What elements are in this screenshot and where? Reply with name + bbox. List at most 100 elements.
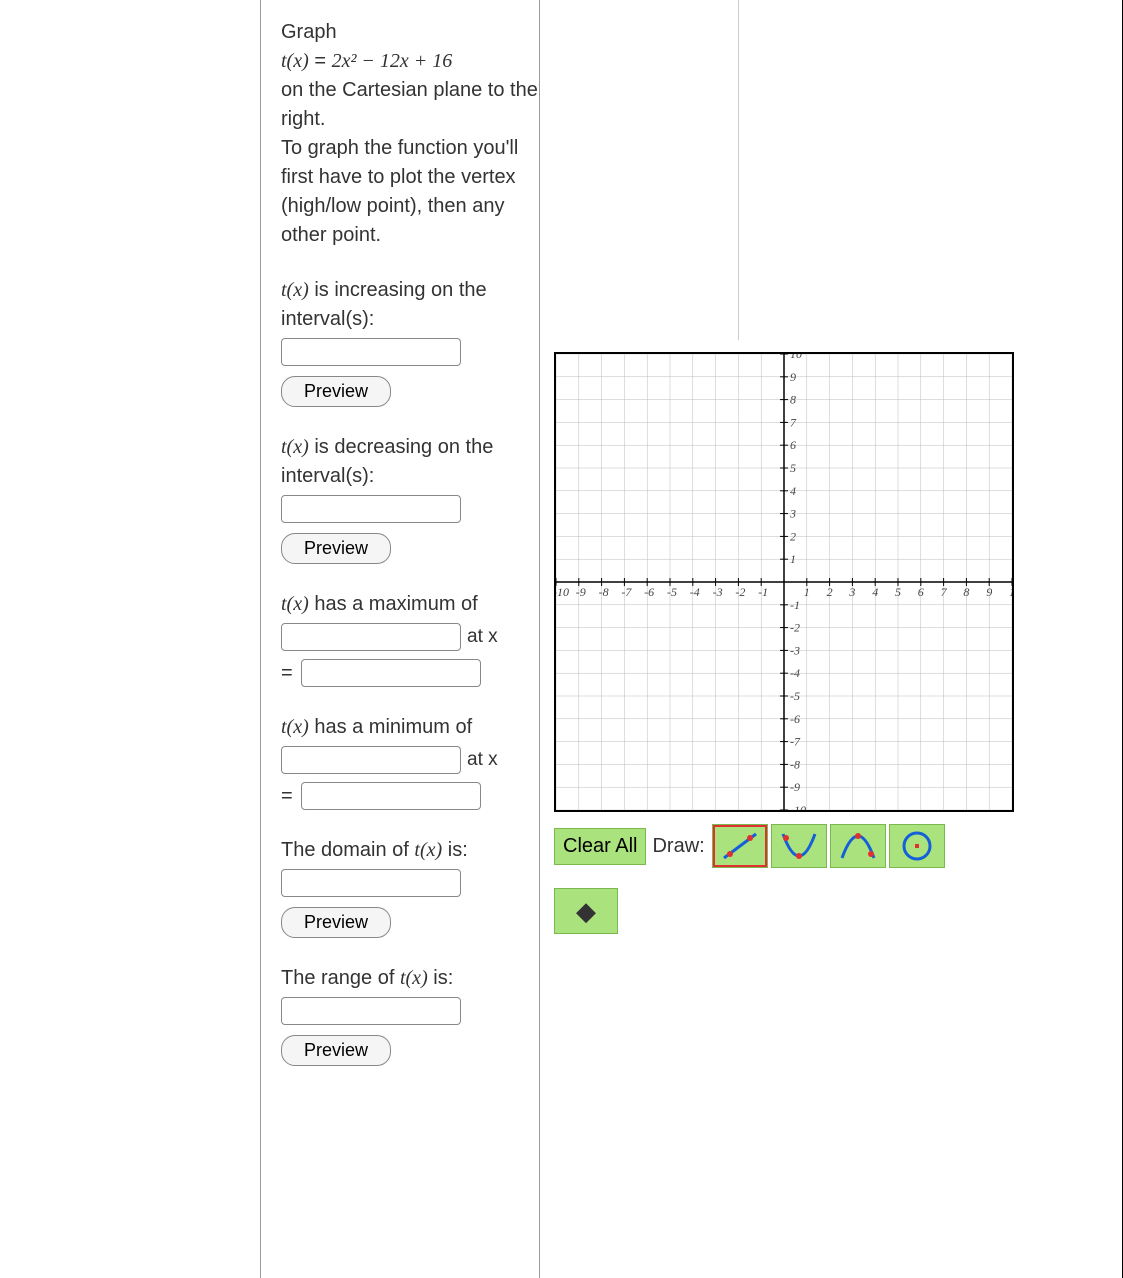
max-at-input[interactable] — [301, 659, 481, 687]
svg-text:3: 3 — [848, 585, 855, 599]
svg-text:4: 4 — [872, 585, 878, 599]
function-name: t(x) — [281, 50, 309, 72]
svg-text:-3: -3 — [790, 643, 800, 657]
svg-text:-7: -7 — [621, 585, 632, 599]
at-x-label: at x — [467, 626, 498, 648]
preview-button[interactable]: Preview — [281, 533, 391, 564]
min-fn: t(x) — [281, 716, 309, 738]
prompt-instructions: To graph the function you'll first have … — [281, 137, 518, 246]
graph-area: -10-9-8-7-6-5-4-3-2-11234567891010987654… — [554, 352, 1014, 934]
function-expression: 2x² − 12x + 16 — [332, 50, 453, 72]
svg-text:10: 10 — [790, 354, 802, 361]
parabola-down-tool[interactable] — [830, 824, 886, 868]
svg-text:-8: -8 — [599, 585, 609, 599]
svg-text:1: 1 — [804, 585, 810, 599]
parabola-down-icon — [836, 828, 880, 864]
svg-text:-4: -4 — [790, 666, 800, 680]
svg-text:6: 6 — [918, 585, 924, 599]
circle-icon — [895, 828, 939, 864]
increasing-input[interactable] — [281, 338, 461, 366]
increasing-label: t(x) is increasing on the interval(s): — [281, 276, 539, 334]
prompt-rest: on the Cartesian plane to the right. — [281, 79, 538, 130]
domain-label: The domain of t(x) is: — [281, 836, 539, 865]
svg-text:9: 9 — [790, 370, 796, 384]
svg-text:7: 7 — [941, 585, 948, 599]
range-text-c: is: — [428, 967, 454, 989]
range-section: The range of t(x) is: Preview — [281, 964, 539, 1066]
svg-text:7: 7 — [790, 415, 797, 429]
svg-text:1: 1 — [790, 552, 796, 566]
prompt-block: Graph t(x) = 2x² − 12x + 16 on the Carte… — [281, 18, 539, 250]
draw-toolbar: Clear All Draw: — [554, 824, 1014, 868]
point-tool[interactable]: ◆ — [554, 888, 618, 934]
svg-text:2: 2 — [790, 529, 796, 543]
svg-text:2: 2 — [827, 585, 833, 599]
draw-label: Draw: — [648, 829, 708, 864]
minimum-section: t(x) has a minimum of at x = — [281, 713, 539, 810]
svg-text:3: 3 — [789, 507, 796, 521]
min-value-input[interactable] — [281, 746, 461, 774]
decreasing-label: t(x) is decreasing on the interval(s): — [281, 433, 539, 491]
svg-text:-9: -9 — [576, 585, 586, 599]
svg-text:5: 5 — [895, 585, 901, 599]
svg-text:6: 6 — [790, 438, 796, 452]
min-label: t(x) has a minimum of — [281, 713, 539, 742]
svg-text:4: 4 — [790, 484, 796, 498]
svg-text:-9: -9 — [790, 780, 800, 794]
svg-text:-5: -5 — [790, 689, 800, 703]
svg-text:9: 9 — [986, 585, 992, 599]
range-label: The range of t(x) is: — [281, 964, 539, 993]
svg-text:-4: -4 — [690, 585, 700, 599]
svg-text:-8: -8 — [790, 757, 800, 771]
svg-text:8: 8 — [963, 585, 969, 599]
svg-text:-1: -1 — [758, 585, 768, 599]
svg-text:-7: -7 — [790, 735, 801, 749]
diamond-icon: ◆ — [576, 896, 596, 927]
domain-section: The domain of t(x) is: Preview — [281, 836, 539, 938]
domain-input[interactable] — [281, 869, 461, 897]
page-root: Graph t(x) = 2x² − 12x + 16 on the Carte… — [0, 0, 1123, 1278]
max-text: has a maximum of — [309, 593, 478, 615]
decreasing-fn: t(x) — [281, 436, 309, 458]
line-tool[interactable] — [712, 824, 768, 868]
svg-text:-5: -5 — [667, 585, 677, 599]
decreasing-input[interactable] — [281, 495, 461, 523]
preview-button[interactable]: Preview — [281, 1035, 391, 1066]
maximum-section: t(x) has a maximum of at x = — [281, 590, 539, 687]
min-text: has a minimum of — [309, 716, 472, 738]
domain-fn: t(x) — [414, 839, 442, 861]
at-x-label: at x — [467, 749, 498, 771]
svg-text:-3: -3 — [713, 585, 723, 599]
preview-button[interactable]: Preview — [281, 376, 391, 407]
svg-text:-2: -2 — [790, 621, 800, 635]
preview-button[interactable]: Preview — [281, 907, 391, 938]
max-value-input[interactable] — [281, 623, 461, 651]
equals-label: = — [281, 785, 293, 808]
decreasing-text: is decreasing on the interval(s): — [281, 436, 493, 487]
increasing-section: t(x) is increasing on the interval(s): P… — [281, 276, 539, 407]
cartesian-plane[interactable]: -10-9-8-7-6-5-4-3-2-11234567891010987654… — [554, 352, 1014, 812]
min-at-input[interactable] — [301, 782, 481, 810]
prompt-word-graph: Graph — [281, 21, 337, 43]
range-text-a: The range of — [281, 967, 400, 989]
svg-text:-6: -6 — [644, 585, 654, 599]
range-fn: t(x) — [400, 967, 428, 989]
question-column: Graph t(x) = 2x² − 12x + 16 on the Carte… — [260, 0, 540, 1278]
dot-toolbar: ◆ — [554, 888, 1014, 934]
svg-text:-2: -2 — [735, 585, 745, 599]
svg-text:10: 10 — [1009, 585, 1012, 599]
circle-tool[interactable] — [889, 824, 945, 868]
parabola-up-tool[interactable] — [771, 824, 827, 868]
increasing-text: is increasing on the interval(s): — [281, 279, 487, 330]
range-input[interactable] — [281, 997, 461, 1025]
column-separator — [738, 0, 739, 340]
max-label: t(x) has a maximum of — [281, 590, 539, 619]
clear-all-button[interactable]: Clear All — [554, 828, 646, 865]
increasing-fn: t(x) — [281, 279, 309, 301]
grid-svg: -10-9-8-7-6-5-4-3-2-11234567891010987654… — [556, 354, 1012, 810]
max-fn: t(x) — [281, 593, 309, 615]
equals-label: = — [281, 662, 293, 685]
svg-text:-10: -10 — [790, 803, 806, 810]
svg-text:5: 5 — [790, 461, 796, 475]
domain-text-a: The domain of — [281, 839, 414, 861]
